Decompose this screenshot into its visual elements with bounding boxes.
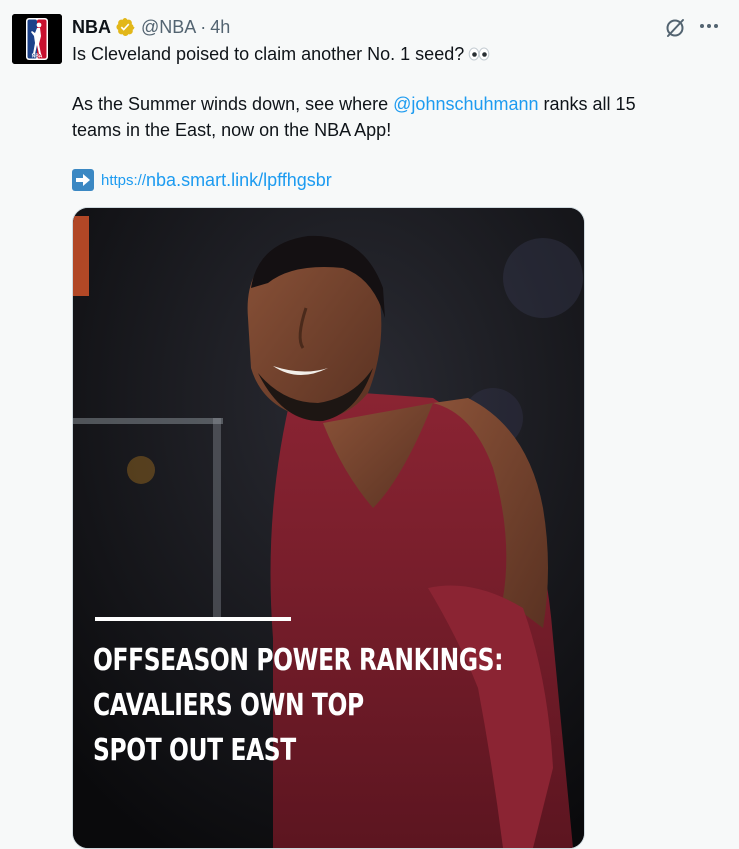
tweet-question: Is Cleveland poised to claim another No.… — [72, 44, 465, 64]
link-prefix[interactable]: https:// — [101, 172, 146, 189]
tweet-text-line: teams in the East, now on the NBA App! — [72, 120, 392, 140]
verified-badge-icon[interactable] — [115, 17, 135, 37]
tweet-text-segment: As the Summer winds down, see where — [72, 94, 394, 114]
tweet-header: NBA @NBA · 4h — [72, 14, 230, 40]
nba-avatar[interactable]: NBA — [12, 14, 62, 64]
headline-divider — [95, 617, 291, 621]
headline: OFFSEASON POWER RANKINGS: CAVALIERS OWN … — [93, 638, 504, 773]
headline-line: SPOT OUT EAST — [93, 733, 296, 768]
tweet-text-line: As the Summer winds down, see where @joh… — [72, 92, 636, 116]
tweet[interactable]: NBA NBA @NBA · 4h Is Cleveland poised to… — [0, 0, 739, 849]
right-arrow-emoji-icon — [72, 169, 94, 191]
external-link[interactable]: nba.smart.link/lpffhgsbr — [146, 170, 332, 191]
author-handle[interactable]: @NBA — [141, 17, 196, 38]
separator-dot: · — [200, 16, 207, 37]
tweet-timestamp[interactable]: 4h — [210, 17, 230, 38]
grok-icon[interactable] — [664, 17, 686, 39]
author-name[interactable]: NBA — [72, 17, 111, 38]
mention-link[interactable]: @johnschuhmann — [393, 94, 538, 114]
headline-line: OFFSEASON POWER RANKINGS: — [93, 643, 504, 678]
headline-line: CAVALIERS OWN TOP — [93, 688, 364, 723]
tweet-text-segment: ranks all 15 — [538, 94, 636, 114]
svg-text:NBA: NBA — [32, 54, 43, 60]
media-image[interactable]: OFFSEASON POWER RANKINGS: CAVALIERS OWN … — [72, 207, 585, 849]
more-icon[interactable] — [697, 16, 721, 36]
link-row: https://nba.smart.link/lpffhgsbr — [72, 168, 332, 192]
tweet-text-line: Is Cleveland poised to claim another No.… — [72, 42, 490, 67]
eyes-emoji-icon — [468, 43, 490, 67]
nba-logo-icon: NBA — [12, 14, 62, 64]
